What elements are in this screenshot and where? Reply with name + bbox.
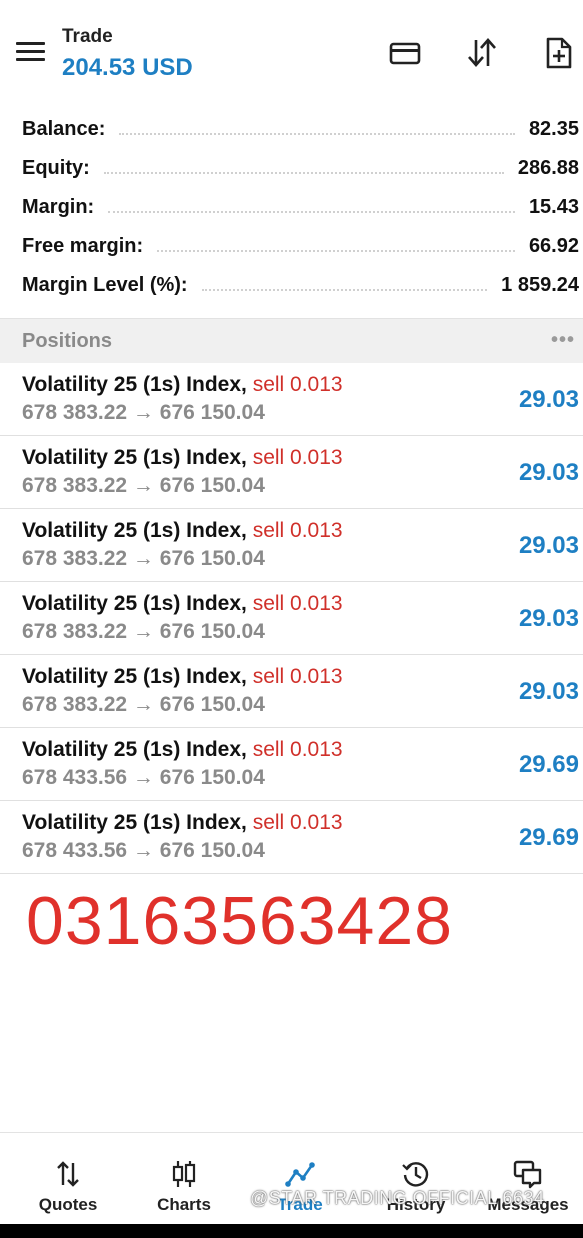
position-profit: 29.03 bbox=[518, 459, 579, 486]
position-profit: 29.03 bbox=[518, 605, 579, 632]
nav-trade[interactable]: Trade bbox=[242, 1133, 358, 1225]
position-symbol: Volatility 25 (1s) Index, bbox=[22, 811, 247, 834]
position-row[interactable]: Volatility 25 (1s) Index, sell 0.013 678… bbox=[0, 655, 583, 728]
free-margin-label: Free margin: bbox=[22, 234, 144, 257]
margin-row: Margin: 15.43 bbox=[22, 192, 579, 222]
bottom-navigation: Quotes Charts Trade History Messages bbox=[0, 1132, 583, 1225]
position-side-volume: sell 0.013 bbox=[252, 811, 343, 834]
equity-label: Equity: bbox=[22, 156, 90, 179]
nav-history[interactable]: History bbox=[358, 1133, 474, 1225]
margin-level-value: 1 859.24 bbox=[501, 273, 579, 296]
history-icon bbox=[402, 1162, 429, 1187]
position-row[interactable]: Volatility 25 (1s) Index, sell 0.013 678… bbox=[0, 801, 583, 874]
position-side-volume: sell 0.013 bbox=[252, 665, 343, 688]
position-symbol: Volatility 25 (1s) Index, bbox=[22, 738, 247, 761]
nav-label: Quotes bbox=[38, 1195, 98, 1214]
watermark-text: @STAR TRADING OFFICIAL 6634 bbox=[250, 1188, 545, 1208]
sort-arrows-icon[interactable] bbox=[465, 36, 499, 70]
free-margin-row: Free margin: 66.92 bbox=[22, 231, 579, 261]
position-symbol: Volatility 25 (1s) Index, bbox=[22, 665, 247, 688]
trade-icon bbox=[285, 1162, 315, 1187]
dotted-leader bbox=[157, 250, 515, 252]
page-title: Trade bbox=[62, 26, 113, 47]
position-prices: 678 383.22 → 676 150.04 bbox=[22, 474, 265, 497]
dotted-leader bbox=[108, 211, 515, 213]
balance-row: Balance: 82.35 bbox=[22, 114, 579, 144]
position-prices: 678 383.22 → 676 150.04 bbox=[22, 401, 265, 424]
position-side-volume: sell 0.013 bbox=[252, 373, 343, 396]
equity-value: 286.88 bbox=[517, 156, 579, 179]
position-profit: 29.03 bbox=[518, 678, 579, 705]
more-options-icon[interactable]: ••• bbox=[551, 329, 575, 352]
position-symbol: Volatility 25 (1s) Index, bbox=[22, 519, 247, 542]
nav-messages[interactable]: Messages bbox=[470, 1133, 583, 1225]
margin-level-row: Margin Level (%): 1 859.24 bbox=[22, 270, 579, 300]
position-profit: 29.03 bbox=[518, 532, 579, 559]
position-side-volume: sell 0.013 bbox=[252, 738, 343, 761]
positions-list: Volatility 25 (1s) Index, sell 0.013 678… bbox=[0, 363, 583, 874]
position-profit: 29.69 bbox=[518, 824, 579, 851]
messages-icon bbox=[513, 1160, 542, 1189]
position-row[interactable]: Volatility 25 (1s) Index, sell 0.013 678… bbox=[0, 509, 583, 582]
position-row[interactable]: Volatility 25 (1s) Index, sell 0.013 678… bbox=[0, 363, 583, 436]
position-row[interactable]: Volatility 25 (1s) Index, sell 0.013 678… bbox=[0, 582, 583, 655]
positions-title: Positions bbox=[22, 330, 113, 352]
position-profit: 29.69 bbox=[518, 751, 579, 778]
position-profit: 29.03 bbox=[518, 386, 579, 413]
header-balance: 204.53 USD bbox=[62, 54, 193, 81]
deposit-card-icon[interactable] bbox=[388, 36, 422, 70]
position-row[interactable]: Volatility 25 (1s) Index, sell 0.013 678… bbox=[0, 436, 583, 509]
quotes-icon bbox=[57, 1161, 79, 1187]
position-side-volume: sell 0.013 bbox=[252, 519, 343, 542]
menu-icon[interactable] bbox=[16, 42, 46, 64]
balance-value: 82.35 bbox=[528, 117, 579, 140]
position-prices: 678 383.22 → 676 150.04 bbox=[22, 693, 265, 716]
position-prices: 678 433.56 → 676 150.04 bbox=[22, 839, 265, 862]
position-prices: 678 383.22 → 676 150.04 bbox=[22, 620, 265, 643]
positions-section-header: Positions ••• bbox=[0, 318, 583, 364]
margin-level-label: Margin Level (%): bbox=[22, 273, 188, 296]
equity-row: Equity: 286.88 bbox=[22, 153, 579, 183]
top-app-bar: Trade 204.53 USD bbox=[0, 0, 583, 100]
margin-value: 15.43 bbox=[528, 195, 579, 218]
dotted-leader bbox=[103, 172, 504, 174]
new-order-icon[interactable] bbox=[542, 36, 576, 70]
position-side-volume: sell 0.013 bbox=[252, 592, 343, 615]
margin-label: Margin: bbox=[22, 195, 95, 218]
position-prices: 678 383.22 → 676 150.04 bbox=[22, 547, 265, 570]
position-prices: 678 433.56 → 676 150.04 bbox=[22, 766, 265, 789]
free-margin-value: 66.92 bbox=[528, 234, 579, 257]
dotted-leader bbox=[119, 133, 515, 135]
overlay-phone-number: 03163563428 bbox=[26, 883, 454, 959]
position-symbol: Volatility 25 (1s) Index, bbox=[22, 446, 247, 469]
charts-icon bbox=[172, 1161, 196, 1187]
position-symbol: Volatility 25 (1s) Index, bbox=[22, 592, 247, 615]
nav-quotes[interactable]: Quotes bbox=[10, 1133, 126, 1225]
dotted-leader bbox=[201, 289, 488, 291]
position-symbol: Volatility 25 (1s) Index, bbox=[22, 373, 247, 396]
nav-label: Charts bbox=[157, 1195, 211, 1214]
system-navigation-bar bbox=[0, 1224, 583, 1238]
position-row[interactable]: Volatility 25 (1s) Index, sell 0.013 678… bbox=[0, 728, 583, 801]
balance-label: Balance: bbox=[22, 117, 106, 140]
position-side-volume: sell 0.013 bbox=[252, 446, 343, 469]
nav-charts[interactable]: Charts bbox=[126, 1133, 242, 1225]
